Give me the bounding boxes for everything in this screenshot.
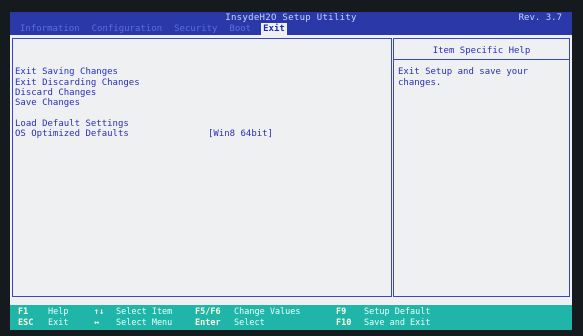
exit-saving-changes-item[interactable]: Exit Saving Changes: [15, 67, 118, 77]
select-item-desc: Select Item: [116, 307, 173, 317]
save-and-exit-desc: Save and Exit: [364, 318, 431, 328]
change-values-desc: Change Values: [234, 307, 301, 317]
tab-security[interactable]: Security: [172, 23, 219, 35]
tab-configuration[interactable]: Configuration: [90, 23, 164, 35]
select-desc: Select: [234, 318, 265, 328]
f10-key: F10: [336, 318, 352, 328]
key-legend-bar: F1 Help ↑↓ Select Item F5/F6 Change Valu…: [10, 305, 572, 330]
revision-label: Rev. 3.7: [518, 13, 562, 23]
exit-options-panel: Exit Saving Changes Exit Discarding Chan…: [12, 38, 392, 297]
setup-default-desc: Setup Default: [364, 307, 431, 317]
discard-changes-item[interactable]: Discard Changes: [15, 88, 96, 98]
tab-information[interactable]: Information: [18, 23, 82, 35]
select-menu-desc: Select Menu: [116, 318, 173, 328]
f9-key: F9: [336, 307, 347, 317]
tab-boot[interactable]: Boot: [227, 23, 253, 35]
f5-f6-key: F5/F6: [195, 307, 221, 317]
help-text: Exit Setup and save your changes.: [398, 67, 529, 88]
f1-key: F1: [18, 307, 29, 317]
help-title: Item Specific Help: [432, 46, 531, 56]
os-optimized-defaults-value[interactable]: [Win8 64bit]: [208, 129, 273, 139]
help-divider: [394, 59, 569, 60]
enter-key: Enter: [195, 318, 221, 328]
os-optimized-defaults-item[interactable]: OS Optimized Defaults: [15, 129, 129, 139]
tab-exit[interactable]: Exit: [261, 22, 287, 35]
bios-setup-window: InsydeH2O Setup Utility Rev. 3.7 Informa…: [10, 12, 572, 330]
menu-tabs: Information Configuration Security Boot …: [10, 22, 287, 35]
updown-arrows-icon: ↑↓: [94, 307, 105, 317]
exit-key-desc: Exit: [48, 318, 69, 328]
load-default-settings-item[interactable]: Load Default Settings: [15, 119, 129, 129]
exit-discarding-changes-item[interactable]: Exit Discarding Changes: [15, 78, 140, 88]
leftright-arrows-icon: ↔: [94, 318, 100, 328]
esc-key: ESC: [18, 318, 34, 328]
monitor-screen: InsydeH2O Setup Utility Rev. 3.7 Informa…: [0, 0, 583, 336]
title-bar: InsydeH2O Setup Utility Rev. 3.7 Informa…: [10, 12, 572, 35]
save-changes-item[interactable]: Save Changes: [15, 98, 80, 108]
help-key-desc: Help: [48, 307, 69, 317]
item-help-panel: Item Specific Help Exit Setup and save y…: [393, 38, 570, 297]
